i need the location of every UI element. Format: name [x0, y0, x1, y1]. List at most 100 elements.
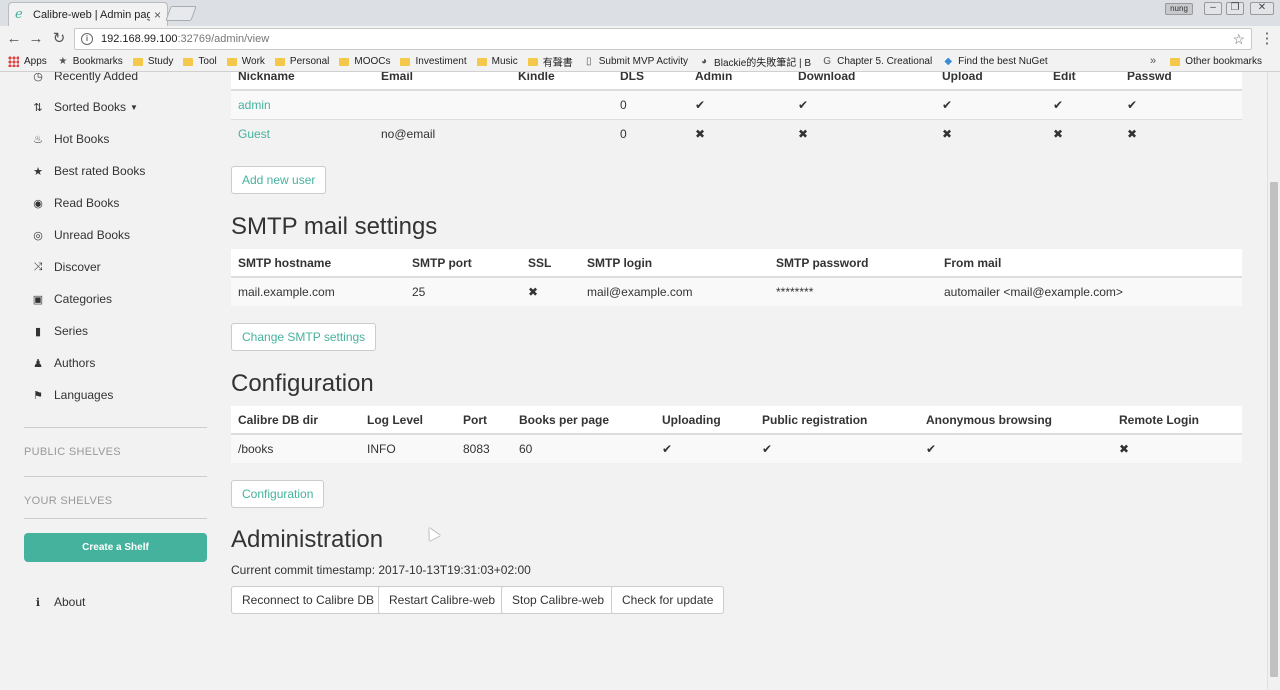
bookmark-moocs[interactable]: MOOCs	[339, 56, 390, 67]
column-header: Edit	[1046, 72, 1120, 91]
sidebar-item-best-rated[interactable]: ★ Best rated Books	[30, 161, 145, 181]
google-icon: G	[823, 56, 831, 67]
administration-section-title: Administration	[231, 526, 384, 553]
sidebar-item-label: Series	[54, 324, 89, 338]
sidebar-item-authors[interactable]: ♟ Authors	[30, 353, 95, 373]
stop-button[interactable]: Stop Calibre-web	[501, 586, 616, 614]
column-header: Calibre DB dir	[231, 406, 360, 435]
bookmarks-bar: Apps ★ Bookmarks Study Tool Work Personal…	[0, 52, 1280, 72]
sidebar-item-languages[interactable]: ⚑ Languages	[30, 385, 113, 405]
bookmark-tool[interactable]: Tool	[183, 56, 217, 67]
close-window-button[interactable]: ✕	[1250, 2, 1274, 15]
bookmark-bookmarks[interactable]: ★ Bookmarks	[57, 56, 123, 67]
eye-slash-icon: ◎	[33, 229, 43, 242]
back-arrow-icon[interactable]: ←	[5, 30, 23, 48]
bookmark-label: Blackie的失敗筆記 | B	[714, 58, 812, 69]
sidebar-item-sorted-books[interactable]: ⇅ Sorted Books ▼	[30, 97, 138, 117]
bookmark-label: 有聲書	[542, 58, 573, 69]
bookmark-icon: ▮	[34, 325, 42, 338]
user-kindle	[511, 118, 613, 148]
page-scrollbar[interactable]	[1267, 72, 1280, 690]
eye-icon: ◉	[33, 197, 43, 210]
sidebar-item-categories[interactable]: ▣ Categories	[30, 289, 112, 309]
bookmark-investiment[interactable]: Investiment	[400, 56, 467, 67]
check-icon: ✔	[688, 89, 791, 119]
new-tab-button[interactable]	[165, 6, 197, 21]
add-new-user-button[interactable]: Add new user	[231, 166, 327, 194]
bookmark-blackie[interactable]: ◕ Blackie的失敗筆記 | B	[698, 54, 811, 69]
commit-timestamp: Current commit timestamp: 2017-10-13T19:…	[231, 563, 531, 577]
sidebar-item-series[interactable]: ▮ Series	[30, 321, 88, 341]
star-icon: ★	[58, 56, 68, 67]
bookmark-label: Find the best NuGet	[958, 56, 1048, 67]
address-bar[interactable]: i 192.168.99.100:32769/admin/view ☆	[74, 28, 1252, 50]
configuration-table-header: Calibre DB dir Log Level Port Books per …	[231, 406, 1242, 435]
url-host: 192.168.99.100	[101, 33, 178, 45]
cross-icon: ✖	[1046, 118, 1120, 148]
table-row: /books INFO 8083 60 ✔ ✔ ✔ ✖	[231, 433, 1242, 463]
sidebar-item-hot-books[interactable]: ♨ Hot Books	[30, 129, 109, 149]
user-kindle	[511, 89, 613, 119]
user-nickname-link[interactable]: Guest	[231, 118, 374, 148]
sidebar-item-label: Recently Added	[54, 72, 139, 83]
sidebar-item-unread-books[interactable]: ◎ Unread Books	[30, 225, 130, 245]
sidebar-item-label: Sorted Books	[54, 100, 127, 114]
column-header: Port	[456, 406, 512, 435]
bookmark-label: Study	[147, 56, 174, 67]
flag-icon: ⚑	[33, 389, 43, 402]
folder-icon	[183, 57, 194, 66]
apps-grid-icon	[8, 56, 19, 67]
table-row: admin 0 ✔ ✔ ✔ ✔ ✔	[231, 89, 1242, 119]
cross-icon: ✖	[935, 118, 1046, 148]
cross-icon: ✖	[1112, 433, 1242, 463]
column-header: Anonymous browsing	[919, 406, 1112, 435]
bookmark-label: Other bookmarks	[1185, 56, 1262, 67]
reload-icon[interactable]: ↻	[50, 30, 68, 48]
bookmark-submit-mvp[interactable]: ▯ Submit MVP Activity	[583, 56, 688, 67]
bookmark-apps[interactable]: Apps	[8, 56, 47, 67]
user-nickname-link[interactable]: admin	[231, 89, 374, 119]
bookmark-music[interactable]: Music	[476, 56, 518, 67]
forward-arrow-icon[interactable]: →	[27, 30, 45, 48]
maximize-button[interactable]: ❐	[1226, 2, 1244, 15]
create-shelf-button[interactable]: Create a Shelf	[24, 533, 207, 562]
folder-icon	[1170, 57, 1181, 66]
bookmark-work[interactable]: Work	[226, 56, 265, 67]
page-icon: ▯	[585, 56, 592, 67]
minimize-button[interactable]: ‒	[1204, 2, 1222, 15]
browser-tab-active[interactable]: e Calibre-web | Admin pag ×	[8, 2, 168, 26]
star-icon: ★	[33, 165, 43, 178]
bookmark-star-icon[interactable]: ☆	[1232, 31, 1245, 48]
bookmark-label: Personal	[289, 56, 330, 67]
smtp-section-title: SMTP mail settings	[231, 213, 438, 240]
column-header: Public registration	[755, 406, 919, 435]
folder-icon	[226, 57, 237, 66]
tab-close-icon[interactable]: ×	[154, 8, 161, 22]
sidebar-item-about[interactable]: ℹ About	[30, 592, 85, 612]
user-email	[374, 89, 511, 119]
sidebar-item-recently-added[interactable]: ◷ Recently Added	[30, 72, 138, 86]
sidebar-item-read-books[interactable]: ◉ Read Books	[30, 193, 119, 213]
profile-button[interactable]: nung	[1165, 3, 1193, 15]
nuget-icon: ◆	[944, 56, 953, 67]
info-icon[interactable]: i	[81, 33, 93, 45]
bookmark-chapter5[interactable]: G Chapter 5. Creational	[821, 56, 932, 67]
column-header: Remote Login	[1112, 406, 1242, 435]
restart-button[interactable]: Restart Calibre-web	[378, 586, 507, 614]
check-update-button[interactable]: Check for update	[611, 586, 725, 614]
sidebar-item-discover[interactable]: ⤨ Discover	[30, 257, 101, 277]
configuration-button[interactable]: Configuration	[231, 480, 325, 508]
change-smtp-settings-button[interactable]: Change SMTP settings	[231, 323, 377, 351]
sidebar-divider	[24, 427, 207, 428]
other-bookmarks[interactable]: Other bookmarks	[1170, 56, 1262, 67]
bookmark-study[interactable]: Study	[132, 56, 174, 67]
check-icon: ✔	[919, 433, 1112, 463]
scrollbar-thumb[interactable]	[1270, 182, 1278, 677]
column-header: Admin	[688, 72, 791, 91]
browser-menu-icon[interactable]: ⋮	[1258, 30, 1276, 48]
bookmark-personal[interactable]: Personal	[274, 56, 330, 67]
bookmark-audiobooks[interactable]: 有聲書	[527, 54, 573, 69]
bookmark-nuget[interactable]: ◆ Find the best NuGet	[942, 56, 1048, 67]
more-bookmarks-icon[interactable]: »	[1150, 55, 1156, 67]
reconnect-db-button[interactable]: Reconnect to Calibre DB	[231, 586, 386, 614]
